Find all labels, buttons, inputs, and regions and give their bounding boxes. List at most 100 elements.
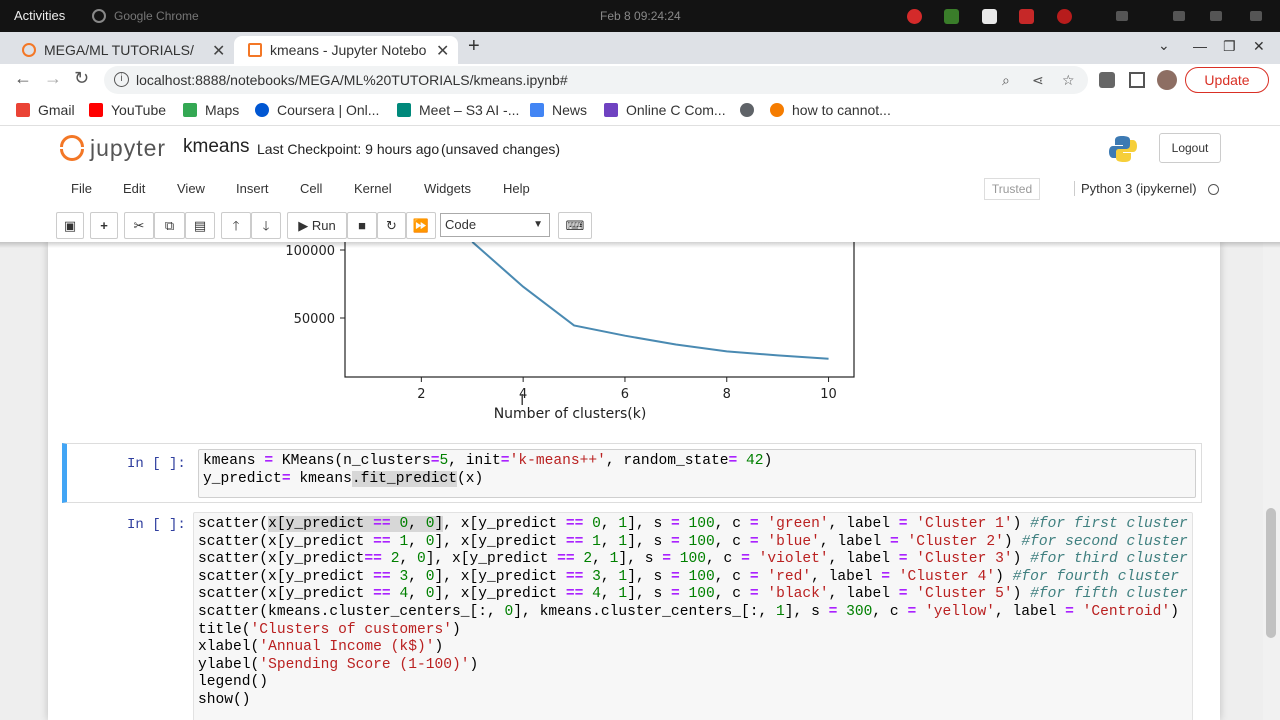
profile-avatar[interactable] — [1157, 70, 1177, 90]
clock[interactable]: Feb 8 09:24:24 — [600, 9, 681, 23]
share-icon[interactable]: ⋖ — [1032, 72, 1044, 89]
trusted-indicator[interactable]: Trusted — [984, 178, 1040, 200]
restore-icon[interactable]: ❐ — [1223, 38, 1236, 55]
jupyter-logo-icon[interactable] — [60, 135, 84, 161]
address-bar[interactable]: i localhost:8888/notebooks/MEGA/ML%20TUT… — [104, 66, 1088, 94]
restart-icon[interactable]: ↻ — [377, 212, 406, 239]
code-line[interactable]: scatter(x[y_predict == 1, 0], x[y_predic… — [198, 534, 1188, 550]
bookmarks-bar: Gmail YouTube Maps Coursera | Onl... Mee… — [0, 96, 1280, 126]
jupyter-header: jupyter kmeans Last Checkpoint: 9 hours … — [0, 126, 1280, 170]
move-up-arrow-icon[interactable]: 🡑 — [221, 212, 251, 239]
kernel-name[interactable]: Python 3 (ipykernel) — [1074, 181, 1197, 196]
code-editor[interactable]: kmeans = KMeans(n_clusters=5, init='k-me… — [198, 449, 1196, 498]
plot-axes — [344, 242, 855, 378]
code-line[interactable]: title('Clusters of customers') — [198, 622, 461, 638]
menu-cell[interactable]: Cell — [300, 181, 322, 196]
bookmark-globe[interactable] — [740, 102, 762, 118]
network-tray-icon[interactable] — [982, 9, 997, 24]
code-line[interactable]: scatter(kmeans.cluster_centers_[:, 0], k… — [198, 604, 1179, 620]
menu-kernel[interactable]: Kernel — [354, 181, 392, 196]
bookmark-gmail[interactable]: Gmail — [16, 102, 75, 118]
notebook-container[interactable]: 2 4 6 8 10 50000 100000 Number of clusters(k) … — [0, 242, 1280, 720]
logout-button[interactable]: Logout — [1159, 133, 1221, 163]
new-tab-plus-icon[interactable]: + — [468, 35, 480, 58]
scrollbar-thumb[interactable] — [1266, 508, 1276, 638]
code-cell-selected[interactable]: In [ ]: kmeans = KMeans(n_clusters=5, in… — [62, 443, 1202, 503]
code-line[interactable]: show() — [198, 692, 251, 708]
tab-mega-ml-tutorials[interactable]: MEGA/ML TUTORIALS/ ✕ — [8, 36, 232, 64]
cell-type-value: Code — [445, 217, 477, 232]
paste-icon[interactable]: ▤ — [185, 212, 215, 239]
notebook-name[interactable]: kmeans — [183, 136, 250, 158]
menu-edit[interactable]: Edit — [123, 181, 145, 196]
cut-scissors-icon[interactable]: ✂ — [124, 212, 154, 239]
jupyter-logo-text[interactable]: jupyter — [90, 135, 166, 162]
wifi-icon[interactable] — [1116, 11, 1128, 21]
side-panel-icon[interactable] — [1129, 72, 1145, 88]
bookmark-star-icon[interactable]: ☆ — [1062, 72, 1075, 89]
back-arrow-icon[interactable]: ← — [14, 68, 32, 89]
tab-title: kmeans - Jupyter Notebo — [270, 42, 427, 58]
close-tab-icon[interactable]: ✕ — [436, 41, 449, 61]
extensions-puzzle-icon[interactable] — [1099, 72, 1115, 88]
anydesk-tray-icon[interactable] — [1019, 9, 1034, 24]
system-monitor-tray-icon[interactable] — [944, 9, 959, 24]
code-line[interactable]: ylabel('Spending Score (1-100)') — [198, 657, 478, 673]
battery-icon[interactable] — [1210, 11, 1222, 21]
bookmark-label: how to cannot... — [792, 102, 891, 118]
interrupt-stop-icon[interactable]: ■ — [347, 212, 377, 239]
restart-run-all-fast-forward-icon[interactable]: ⏩ — [406, 212, 436, 239]
code-line[interactable]: scatter(x[y_predict == 0, 0], x[y_predic… — [198, 516, 1188, 532]
bookmark-online-c-compiler[interactable]: Online C Com... — [604, 102, 726, 118]
code-cell[interactable]: In [ ]: scatter(x[y_predict == 0, 0], x[… — [62, 510, 1202, 720]
code-line[interactable]: xlabel('Annual Income (k$)') — [198, 639, 443, 655]
bookmark-youtube[interactable]: YouTube — [89, 102, 166, 118]
activities-button[interactable]: Activities — [14, 8, 65, 23]
code-line[interactable]: kmeans = KMeans(n_clusters=5, init='k-me… — [203, 453, 772, 469]
menu-widgets[interactable]: Widgets — [424, 181, 471, 196]
minimize-icon[interactable]: — — [1193, 38, 1207, 54]
window-close-icon[interactable]: ✕ — [1253, 38, 1265, 55]
bookmark-meet[interactable]: Meet – S3 AI -... — [397, 102, 519, 118]
menu-insert[interactable]: Insert — [236, 181, 269, 196]
mega-tray-icon[interactable] — [907, 9, 922, 24]
reload-icon[interactable]: ↻ — [74, 68, 89, 89]
update-button[interactable]: Update — [1185, 67, 1269, 93]
power-menu-icon[interactable] — [1250, 11, 1262, 21]
url-text[interactable]: localhost:8888/notebooks/MEGA/ML%20TUTOR… — [136, 72, 568, 88]
volume-icon[interactable] — [1173, 11, 1185, 21]
code-line[interactable]: y_predict= kmeans.fit_predict(x) — [203, 470, 483, 487]
command-palette-keyboard-icon[interactable]: ⌨ — [558, 212, 592, 239]
forward-arrow-icon[interactable]: → — [44, 68, 62, 89]
record-tray-icon[interactable] — [1057, 9, 1072, 24]
compiler-icon — [604, 103, 618, 117]
page-scrollbar[interactable] — [1263, 242, 1280, 720]
notebook-toolbar: ▣ + ✂ ⧉ ▤ 🡑 🡓 ▶ Run ■ ↻ ⏩ Code ▼ ⌨ — [54, 210, 1226, 242]
bookmark-news[interactable]: News — [530, 102, 587, 118]
x-tick-label: 2 — [417, 387, 425, 402]
bookmark-maps[interactable]: Maps — [183, 102, 239, 118]
menu-view[interactable]: View — [177, 181, 205, 196]
move-down-arrow-icon[interactable]: 🡓 — [251, 212, 281, 239]
run-button[interactable]: ▶ Run — [287, 212, 347, 239]
copy-icon[interactable]: ⧉ — [154, 212, 185, 239]
insert-cell-plus-icon[interactable]: + — [90, 212, 118, 239]
site-info-icon[interactable]: i — [114, 72, 129, 87]
tab-search-chevron-icon[interactable]: ⌄ — [1158, 37, 1170, 54]
app-name[interactable]: Google Chrome — [114, 9, 199, 23]
code-line[interactable]: scatter(x[y_predict == 3, 0], x[y_predic… — [198, 569, 1179, 585]
save-icon[interactable]: ▣ — [56, 212, 84, 239]
code-line[interactable]: legend() — [198, 674, 268, 690]
close-tab-icon[interactable]: ✕ — [212, 41, 225, 61]
menu-file[interactable]: File — [71, 181, 92, 196]
code-editor[interactable]: scatter(x[y_predict == 0, 0], x[y_predic… — [193, 512, 1193, 720]
code-line[interactable]: scatter(x[y_predict== 2, 0], x[y_predict… — [198, 551, 1188, 567]
bookmark-coursera[interactable]: Coursera | Onl... — [255, 102, 379, 118]
code-line[interactable]: scatter(x[y_predict == 4, 0], x[y_predic… — [198, 586, 1188, 602]
bookmark-how-to[interactable]: how to cannot... — [770, 102, 891, 118]
zoom-icon[interactable]: ⌕ — [1002, 72, 1010, 89]
cell-prompt: In [ ]: — [127, 456, 186, 472]
cell-type-select[interactable]: Code ▼ — [440, 213, 550, 237]
menu-help[interactable]: Help — [503, 181, 530, 196]
tab-kmeans[interactable]: kmeans - Jupyter Notebo ✕ — [234, 36, 458, 64]
